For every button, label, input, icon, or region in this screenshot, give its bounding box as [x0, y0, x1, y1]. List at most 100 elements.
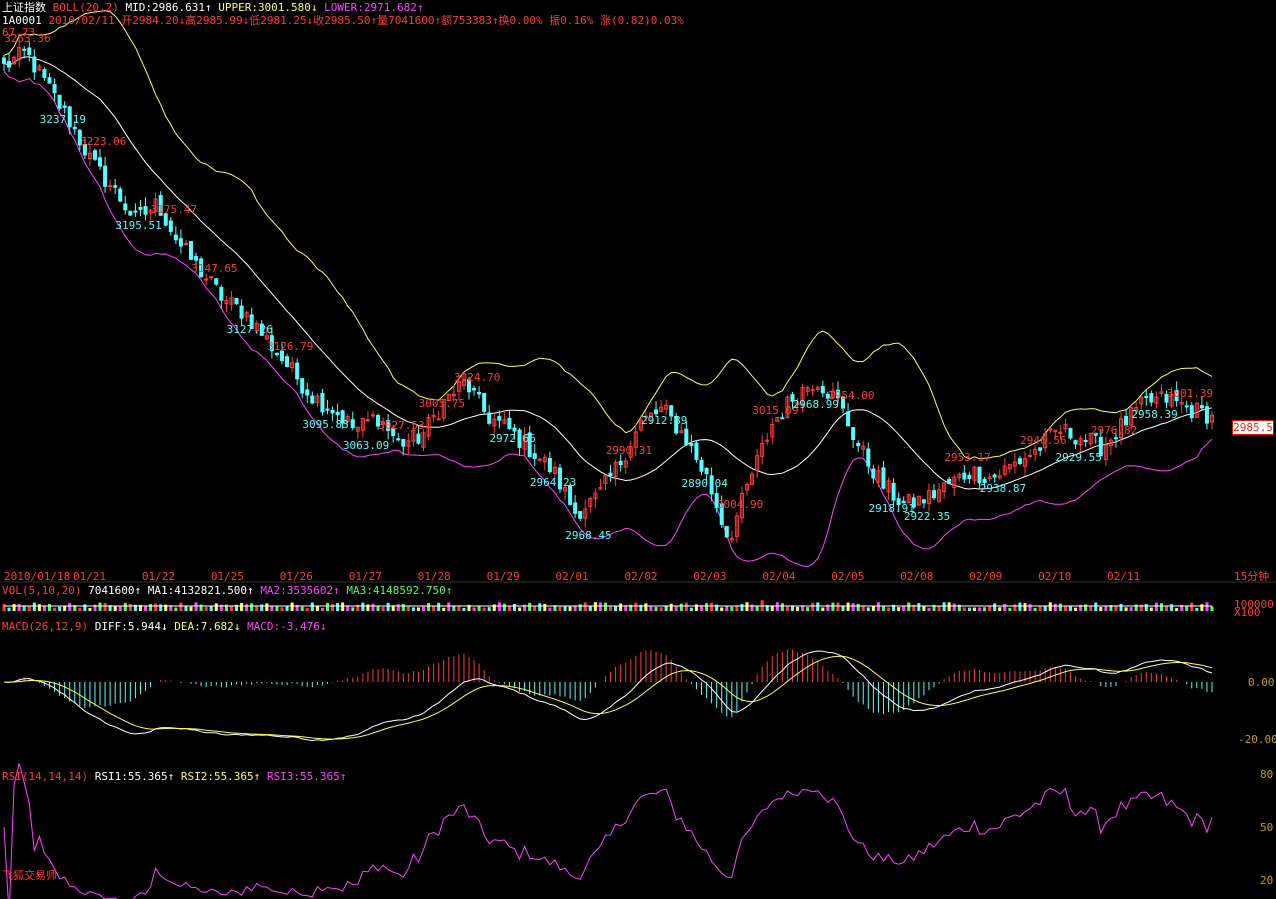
current-price-tag: 2985.5: [1232, 420, 1274, 435]
macd-diff: DIFF:5.944↓: [94, 620, 168, 633]
boll-upper: UPPER:3001.580↓: [218, 1, 318, 14]
volume-bar: [619, 603, 623, 611]
high-price-label: 3027.53: [378, 419, 425, 433]
volume-bar: [270, 606, 274, 611]
volume-bar: [1129, 607, 1133, 611]
volume-bar: [831, 602, 835, 611]
high-price-label: 2976.82: [1090, 423, 1138, 437]
volume-bar: [806, 607, 810, 611]
volume-bar: [250, 603, 254, 611]
high-price-label: 3024.70: [454, 371, 501, 385]
bar-high: 高2985.99↓: [185, 14, 250, 27]
volume-bar: [684, 602, 688, 611]
volume-bar: [2, 604, 6, 611]
candle-body: [947, 479, 952, 485]
vol-header: VOL(5,10,20) 7041600↑ MA1:4132821.500↑ M…: [2, 584, 452, 597]
volume-bar: [740, 604, 744, 611]
candle-body: [487, 412, 492, 424]
volume-bar: [654, 606, 658, 611]
volume-bar: [512, 603, 517, 611]
candle-body: [335, 411, 340, 416]
low-price-label: 2922.35: [903, 510, 951, 524]
low-price-label: 2938.87: [979, 481, 1027, 495]
volume-bar: [962, 607, 966, 611]
time-axis-label: 02/08: [900, 570, 934, 583]
volume-bar: [179, 602, 183, 611]
volume-bar: [1200, 604, 1204, 611]
low-price-label: 3127.26: [226, 323, 273, 337]
volume-bar: [1170, 604, 1174, 611]
candle-body: [921, 499, 926, 504]
candle-body: [183, 242, 188, 245]
candle-body: [1068, 428, 1073, 439]
volume-bar: [796, 606, 800, 611]
volume-bar: [53, 607, 57, 611]
period-label[interactable]: 15分钟: [1234, 570, 1269, 583]
bar-amplitude: 振0.16%: [549, 14, 594, 27]
volume-bar: [669, 603, 673, 611]
volume-bar: [507, 606, 511, 611]
candle-body: [684, 428, 689, 446]
candle-body: [7, 61, 12, 68]
low-price-label: 2958.39: [1131, 408, 1178, 422]
bar-open: 开2984.20↓: [121, 14, 186, 27]
candle-body: [57, 94, 62, 109]
volume-bar: [972, 607, 976, 611]
candle-body: [694, 442, 699, 460]
volume-bar: [902, 606, 906, 611]
volume-bar: [578, 604, 582, 611]
volume-bar: [917, 603, 921, 611]
candle-body: [214, 278, 219, 285]
volume-bar: [371, 603, 375, 611]
volume-bar: [689, 607, 693, 611]
time-axis-label: 02/01: [555, 570, 589, 583]
high-price-label: 2954.00: [828, 389, 875, 403]
boll-mid-line: [3, 56, 1213, 490]
candle-body: [866, 448, 871, 467]
volume-bar: [406, 606, 410, 611]
volume-bar: [573, 605, 577, 611]
bar-close: 收2985.50↑: [313, 14, 378, 27]
volume-bar: [1003, 603, 1007, 611]
volume-bar: [710, 602, 714, 611]
candle-body: [977, 466, 982, 484]
volume-bar: [816, 602, 820, 611]
candle-body: [219, 286, 224, 301]
low-price-label: 3063.09: [342, 439, 390, 453]
high-price-label: 3223.06: [80, 134, 127, 148]
volume-bar: [442, 607, 446, 611]
volume-bar: [634, 602, 638, 611]
rsi-label[interactable]: RSI(14,14,14): [2, 770, 88, 783]
volume-bar: [846, 602, 850, 611]
volume-bar: [275, 606, 279, 611]
volume-bar: [1164, 606, 1169, 611]
volume-bar: [1058, 603, 1062, 611]
volume-bar: [927, 607, 931, 611]
vol-label[interactable]: VOL(5,10,20): [2, 584, 81, 597]
volume-bar: [300, 606, 304, 611]
volume-bar: [184, 605, 188, 611]
volume-bar: [720, 607, 724, 611]
volume-bar: [775, 602, 779, 611]
volume-bar: [421, 606, 426, 611]
volume-bar: [497, 602, 501, 611]
candle-body: [401, 438, 406, 447]
boll-label[interactable]: BOLL(20,2): [53, 1, 119, 14]
bar-amount: 额753383↑: [441, 14, 499, 27]
high-price-label: 2953.17: [944, 451, 991, 465]
low-price-label: 3195.51: [115, 219, 162, 233]
volume-bar: [614, 606, 618, 611]
candle-body: [138, 206, 143, 210]
high-price-label: 3004.90: [716, 498, 764, 512]
macd-label[interactable]: MACD(26,12,9): [2, 620, 88, 633]
volume-bar: [745, 602, 749, 611]
candle-body: [962, 472, 967, 480]
time-axis-label: 02/10: [1038, 570, 1072, 583]
volume-bar: [947, 602, 951, 611]
candle-body: [416, 433, 421, 444]
candle-body: [1189, 405, 1194, 419]
rsi-axis-50: 50: [1260, 821, 1274, 834]
candle-body: [194, 256, 199, 261]
volume-bar: [351, 607, 355, 611]
high-price-label: 3015.09: [752, 403, 799, 417]
